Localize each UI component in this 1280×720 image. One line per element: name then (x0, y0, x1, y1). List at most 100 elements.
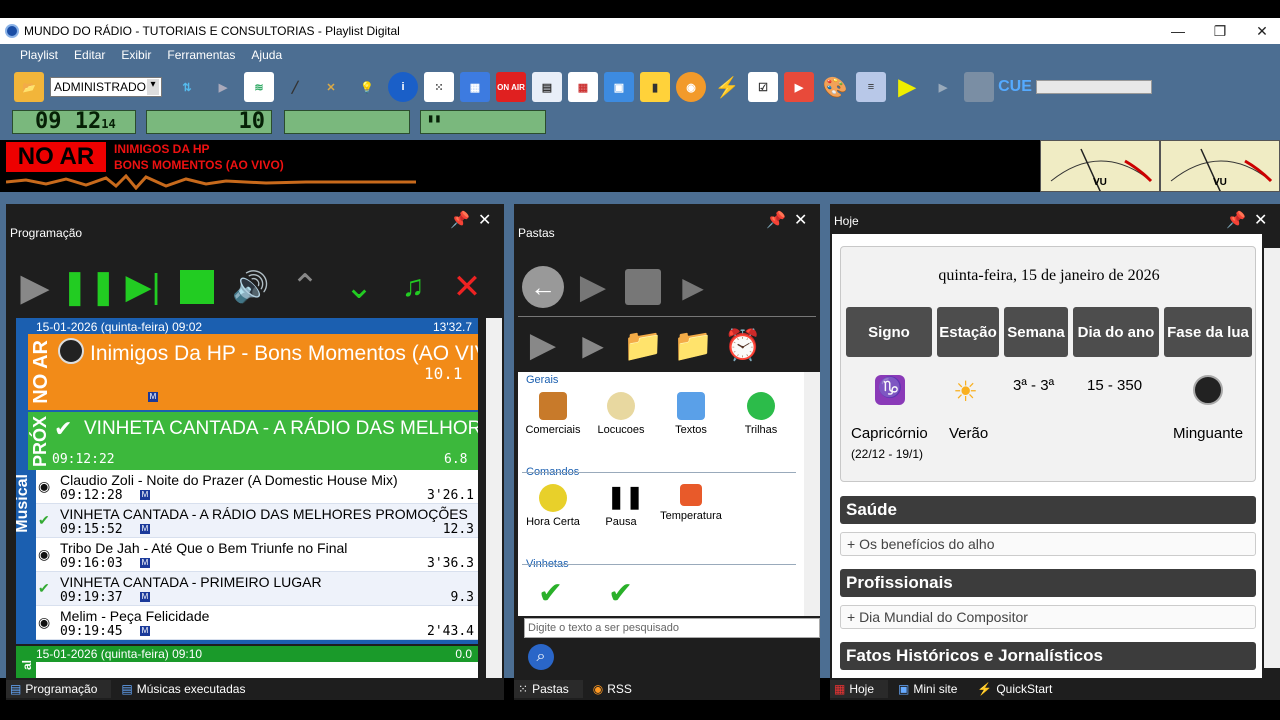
hoje-scrollbar[interactable] (1264, 248, 1280, 668)
calendar-icon: ▦ (834, 682, 846, 696)
play-icon[interactable]: ▶ (572, 266, 614, 308)
tab-programacao[interactable]: ▤ Programação (6, 680, 112, 698)
block2-header: 15-01-2026 (quinta-feira) 09:10 (36, 647, 203, 661)
user-select[interactable]: ADMINISTRADOR (50, 77, 162, 97)
layout-icon[interactable]: ▣ (604, 72, 634, 102)
tab-rss[interactable]: ◉ RSS (593, 682, 642, 696)
grid-icon[interactable]: ⁙ (424, 72, 454, 102)
item-start: 09:19:37 (60, 590, 123, 605)
vinheta-check-icon[interactable]: ✔ (538, 576, 563, 611)
waveform-icon[interactable]: ≋ (244, 72, 274, 102)
close-panel-icon[interactable]: ✕ (1254, 210, 1267, 230)
open-folder-icon[interactable]: 📂 (14, 72, 44, 102)
menu-playlist[interactable]: Playlist (20, 48, 58, 62)
palette-icon[interactable]: 🎨 (820, 72, 850, 102)
stop-icon[interactable] (176, 266, 218, 308)
vinheta-check-icon-2[interactable]: ✔ (608, 576, 633, 611)
calendar-icon[interactable]: ▦ (568, 72, 598, 102)
note-icon[interactable]: ▮ (640, 72, 670, 102)
tab-pastas[interactable]: ⁙ Pastas (514, 680, 583, 698)
lightning-icon[interactable]: ⚡ (712, 72, 742, 102)
play-fade-icon[interactable]: ▶ (928, 72, 958, 102)
pin-icon[interactable]: 📌 (450, 210, 470, 230)
pastas-scrollbar[interactable] (804, 372, 820, 616)
close-button[interactable]: ✕ (1240, 18, 1280, 44)
tab-quickstart[interactable]: ⚡ QuickStart (977, 682, 1062, 696)
video-icon[interactable]: ▶ (784, 72, 814, 102)
speaker-icon[interactable]: 🔊 (230, 266, 272, 308)
volume-slider[interactable] (1036, 80, 1152, 94)
list-item[interactable]: ✔ VINHETA CANTADA - PRIMEIRO LUGAR 09:19:3… (36, 572, 478, 606)
tools-icon[interactable]: ⇅ (172, 72, 202, 102)
lightbulb-icon[interactable]: 💡 (352, 72, 382, 102)
pin-icon[interactable]: 📌 (766, 210, 786, 230)
tile-dia-do-ano[interactable]: Dia do ano (1073, 307, 1159, 357)
tile-semana[interactable]: Semana (1004, 307, 1068, 357)
move-down-icon[interactable]: ⌄ (338, 266, 380, 308)
folder-temperatura[interactable]: Temperatura (656, 484, 726, 522)
close-panel-icon[interactable]: ✕ (794, 210, 807, 230)
play-wave-icon-2[interactable]: ▶ (572, 324, 614, 366)
minimize-button[interactable]: — (1156, 18, 1200, 44)
close-panel-icon[interactable]: ✕ (478, 210, 491, 230)
folder-hora-certa[interactable]: Hora Certa (518, 484, 588, 528)
play-icon-2[interactable]: ▶ (522, 324, 564, 366)
link-dia-compositor[interactable]: + Dia Mundial do Compositor (840, 605, 1256, 629)
back-icon[interactable]: ← (522, 266, 564, 308)
section-fatos-historicos[interactable]: Fatos Históricos e Jornalísticos (840, 642, 1256, 670)
tab-musicas-executadas[interactable]: ▤ Músicas executadas (121, 682, 255, 696)
restore-button[interactable]: ❐ (1198, 18, 1242, 44)
play-wave-icon[interactable]: ▶ (672, 266, 714, 308)
folder-comerciais[interactable]: Comerciais (518, 392, 588, 436)
tile-signo[interactable]: Signo (846, 307, 932, 357)
folder-textos[interactable]: Textos (656, 392, 726, 436)
list-item[interactable]: ◉ Melim - Peça Felicidade 09:19:45 M 2'43.4 (36, 606, 478, 640)
wifi-icon[interactable]: ◉ (676, 72, 706, 102)
alarm-clock-icon[interactable]: ⏰ (722, 324, 764, 366)
pastas-search-input[interactable]: Digite o texto a ser pesquisado (524, 618, 820, 638)
panels-icon[interactable]: ▦ (460, 72, 490, 102)
play-yellow-icon[interactable]: ▶ (892, 72, 922, 102)
tab-mini-site[interactable]: ▣ Mini site (898, 682, 967, 696)
list-icon[interactable]: ≡ (856, 72, 886, 102)
list-item[interactable]: ◉ Tribo De Jah - Até Que o Bem Triunfe no… (36, 538, 478, 572)
play-icon[interactable]: ▶ (14, 266, 56, 309)
crossed-tools-icon[interactable]: ✕ (316, 72, 346, 102)
folder-pausa[interactable]: ❚❚ Pausa (586, 484, 656, 528)
tab-hoje[interactable]: ▦ Hoje (830, 680, 889, 698)
pause-icon[interactable]: ❚❚ (61, 266, 118, 308)
menu-ajuda[interactable]: Ajuda (251, 48, 282, 62)
play-icon[interactable]: ▶ (208, 72, 238, 102)
info-icon[interactable]: i (388, 72, 418, 102)
document-icon[interactable]: ▤ (532, 72, 562, 102)
checklist-icon[interactable]: ☑ (748, 72, 778, 102)
menu-editar[interactable]: Editar (74, 48, 105, 62)
tile-fase-lua[interactable]: Fase da lua (1164, 307, 1252, 357)
now-playing-item[interactable]: NO AR Inimigos Da HP - Bons Momentos (AO… (28, 334, 478, 410)
skip-next-icon[interactable]: ▶| (122, 266, 164, 308)
move-up-icon[interactable]: ⌃ (284, 266, 326, 308)
folder-trilhas[interactable]: Trilhas (726, 392, 796, 436)
list-item[interactable]: ✔ VINHETA CANTADA - A RÁDIO DAS MELHORES … (36, 504, 478, 538)
delete-icon[interactable]: ✕ (446, 266, 488, 308)
stop-icon[interactable] (622, 266, 664, 308)
stop-icon[interactable] (964, 72, 994, 102)
music-note-icon[interactable]: ♫ (392, 266, 434, 308)
menu-exibir[interactable]: Exibir (121, 48, 151, 62)
tile-estacao[interactable]: Estação (937, 307, 999, 357)
link-beneficios-alho[interactable]: + Os benefícios do alho (840, 532, 1256, 556)
list-item[interactable]: ◉ Claudio Zoli - Noite do Prazer (A Domes… (36, 470, 478, 504)
folder-wave-icon[interactable]: 📁 (672, 324, 714, 366)
cue-icon[interactable]: CUE (998, 72, 1032, 102)
folder-locucoes[interactable]: Locucoes (586, 392, 656, 436)
wand-icon[interactable]: ╱ (280, 72, 310, 102)
next-item[interactable]: PRÓX ✔ VINHETA CANTADA - A RÁDIO DAS MEL… (28, 412, 478, 470)
on-air-icon[interactable]: ON AIR (496, 72, 526, 102)
pin-icon[interactable]: 📌 (1226, 210, 1246, 230)
folder-add-icon[interactable]: 📁 (622, 324, 664, 366)
programacao-scrollbar[interactable] (486, 318, 502, 678)
search-icon[interactable]: ⌕ (528, 644, 554, 670)
menu-ferramentas[interactable]: Ferramentas (167, 48, 235, 62)
section-profissionais[interactable]: Profissionais (840, 569, 1256, 597)
section-saude[interactable]: Saúde (840, 496, 1256, 524)
